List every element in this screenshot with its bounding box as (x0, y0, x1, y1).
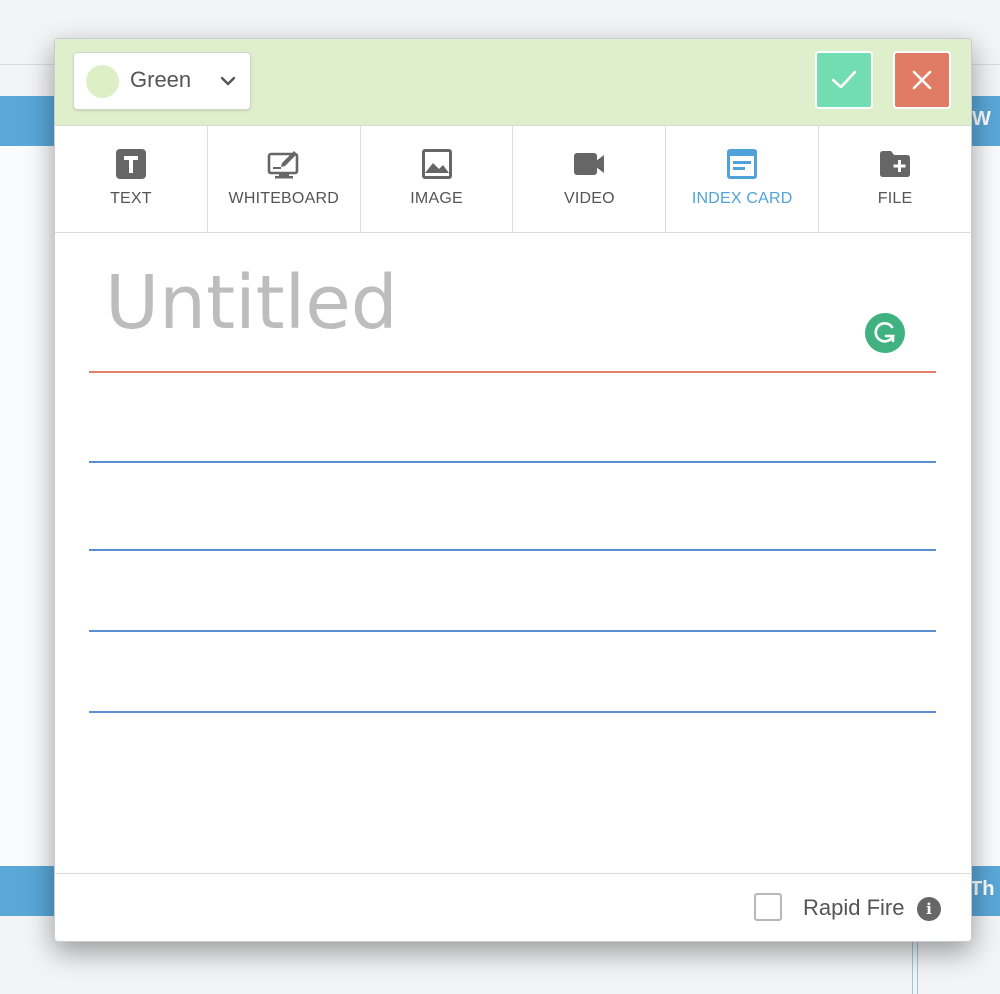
text-icon (115, 149, 146, 179)
grammarly-icon (874, 322, 896, 343)
chevron-down-icon (220, 76, 236, 86)
background-header-strip (0, 866, 60, 916)
tab-label: VIDEO (564, 190, 615, 207)
card-line (89, 630, 936, 632)
tab-video[interactable]: VIDEO (513, 125, 667, 232)
dialog-header: Green (55, 39, 971, 126)
background-header-strip (0, 96, 60, 146)
image-icon (421, 149, 452, 179)
card-line (89, 461, 936, 463)
index-card-icon (727, 149, 758, 179)
background-column-left (0, 146, 59, 866)
video-camera-icon (574, 153, 605, 175)
rapid-fire-label[interactable]: Rapid Fire (803, 895, 904, 921)
tab-whiteboard[interactable]: WHITEBOARD (208, 125, 361, 232)
close-icon (912, 70, 932, 90)
whiteboard-icon (267, 151, 299, 179)
grammarly-button[interactable] (865, 313, 905, 353)
tab-file[interactable]: FILE (819, 125, 971, 232)
tab-label: TEXT (110, 190, 152, 207)
tab-label: WHITEBOARD (228, 190, 339, 207)
tab-index-card[interactable]: INDEX CARD (666, 125, 820, 232)
card-type-tabs: TEXT WHITEBOARD IMAGE VIDEO INDEX CARD F… (55, 125, 971, 233)
tab-label: INDEX CARD (691, 190, 793, 207)
rapid-fire-checkbox[interactable] (754, 893, 782, 921)
tab-label: IMAGE (410, 190, 463, 207)
card-header-rule (89, 371, 936, 373)
info-icon[interactable]: i (917, 897, 941, 921)
background-strip-text: W (972, 108, 991, 130)
tab-image[interactable]: IMAGE (361, 125, 514, 232)
color-select-label: Green (130, 67, 192, 92)
background-strip-text: Th (970, 878, 995, 900)
tab-label: FILE (877, 190, 913, 207)
dialog-footer: Rapid Fire i (55, 873, 971, 941)
card-title-input[interactable] (105, 263, 805, 343)
card-line (89, 711, 936, 713)
background-column-right (970, 146, 1000, 866)
add-card-dialog: Green TEXT WHITEBOARD IMAGE VIDEO INDEX … (54, 38, 972, 942)
checkmark-icon (831, 70, 857, 89)
index-card-editor (55, 233, 971, 873)
folder-plus-icon (880, 151, 911, 177)
card-line (89, 549, 936, 551)
close-button[interactable] (893, 51, 951, 109)
color-swatch (86, 65, 119, 98)
tab-text[interactable]: TEXT (55, 125, 208, 232)
color-select[interactable]: Green (73, 52, 251, 110)
confirm-button[interactable] (815, 51, 873, 109)
